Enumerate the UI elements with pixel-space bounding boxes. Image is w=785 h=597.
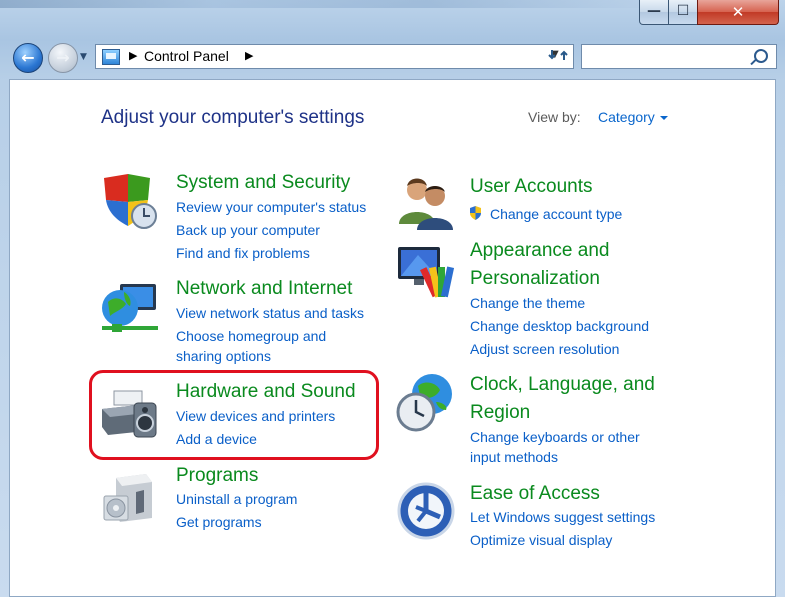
category-title-hardware-sound[interactable]: Hardware and Sound xyxy=(176,381,356,403)
system-security-shield-icon[interactable] xyxy=(100,172,158,230)
task-link-add-device[interactable]: Add a device xyxy=(176,429,257,449)
address-bar[interactable]: ▶ Control Panel ▶ ▼ xyxy=(95,44,574,69)
search-input[interactable] xyxy=(586,48,750,66)
breadcrumb-control-panel[interactable]: Control Panel xyxy=(144,48,229,64)
minimize-icon: — xyxy=(647,3,661,19)
search-box[interactable] xyxy=(581,44,777,69)
close-button[interactable]: ✕ xyxy=(697,0,779,25)
category-title-appearance-line1[interactable]: Appearance and xyxy=(470,240,609,262)
category-title-network-internet[interactable]: Network and Internet xyxy=(176,278,352,300)
breadcrumb-chevron-icon[interactable]: ▶ xyxy=(245,49,253,62)
task-link-get-programs[interactable]: Get programs xyxy=(176,512,262,532)
task-link-sharing-options[interactable]: sharing options xyxy=(176,346,271,366)
uac-shield-icon xyxy=(470,206,481,220)
refresh-icon xyxy=(548,50,568,60)
ease-of-access-icon[interactable] xyxy=(396,481,456,541)
task-link-change-keyboards[interactable]: Change keyboards or other xyxy=(470,427,640,447)
breadcrumb-chevron-icon[interactable]: ▶ xyxy=(129,49,137,62)
close-icon: ✕ xyxy=(731,3,745,21)
task-link-desktop-background[interactable]: Change desktop background xyxy=(470,316,649,336)
task-link-windows-suggest[interactable]: Let Windows suggest settings xyxy=(470,507,655,527)
forward-button[interactable]: → xyxy=(48,43,78,73)
recent-pages-dropdown[interactable]: ▼ xyxy=(80,52,87,62)
minimize-button[interactable]: — xyxy=(639,0,669,25)
task-link-review-status[interactable]: Review your computer's status xyxy=(176,197,366,217)
task-link-change-theme[interactable]: Change the theme xyxy=(470,293,585,313)
category-title-clock-line2[interactable]: Region xyxy=(470,402,530,424)
task-link-find-fix-problems[interactable]: Find and fix problems xyxy=(176,243,310,263)
task-link-network-status[interactable]: View network status and tasks xyxy=(176,303,364,323)
network-globe-icon[interactable] xyxy=(100,280,160,338)
title-bar-background xyxy=(0,0,640,8)
task-link-input-methods[interactable]: input methods xyxy=(470,447,558,467)
back-button[interactable]: ← xyxy=(13,43,43,73)
appearance-personalization-icon[interactable] xyxy=(396,245,456,303)
control-panel-icon xyxy=(102,49,120,65)
category-title-programs[interactable]: Programs xyxy=(176,465,258,487)
maximize-icon: ☐ xyxy=(676,3,690,19)
refresh-button[interactable] xyxy=(545,46,573,68)
control-panel-window: — ☐ ✕ ← → ▼ ▶ Control Panel ▶ ▼ Adjust y… xyxy=(0,0,785,597)
view-by-label: View by: xyxy=(528,109,581,125)
page-title: Adjust your computer's settings xyxy=(101,107,365,128)
search-icon[interactable] xyxy=(754,49,768,63)
category-title-ease-of-access[interactable]: Ease of Access xyxy=(470,483,600,505)
task-link-homegroup[interactable]: Choose homegroup and xyxy=(176,326,326,346)
task-link-devices-printers[interactable]: View devices and printers xyxy=(176,406,335,426)
view-by-dropdown[interactable]: Category xyxy=(598,109,668,125)
task-link-back-up[interactable]: Back up your computer xyxy=(176,220,320,240)
category-title-system-security[interactable]: System and Security xyxy=(176,172,350,194)
category-title-clock-line1[interactable]: Clock, Language, and xyxy=(470,374,655,396)
category-title-appearance-line2[interactable]: Personalization xyxy=(470,268,600,290)
maximize-button[interactable]: ☐ xyxy=(668,0,698,25)
category-title-user-accounts[interactable]: User Accounts xyxy=(470,176,593,198)
task-link-optimize-display[interactable]: Optimize visual display xyxy=(470,530,612,550)
task-link-uninstall[interactable]: Uninstall a program xyxy=(176,489,297,509)
clock-globe-icon[interactable] xyxy=(396,372,456,434)
user-accounts-icon[interactable] xyxy=(395,172,455,232)
task-link-screen-resolution[interactable]: Adjust screen resolution xyxy=(470,339,619,359)
content-pane: Adjust your computer's settings View by:… xyxy=(9,79,776,597)
programs-icon[interactable] xyxy=(102,468,158,526)
task-link-change-account-type[interactable]: Change account type xyxy=(490,204,622,224)
